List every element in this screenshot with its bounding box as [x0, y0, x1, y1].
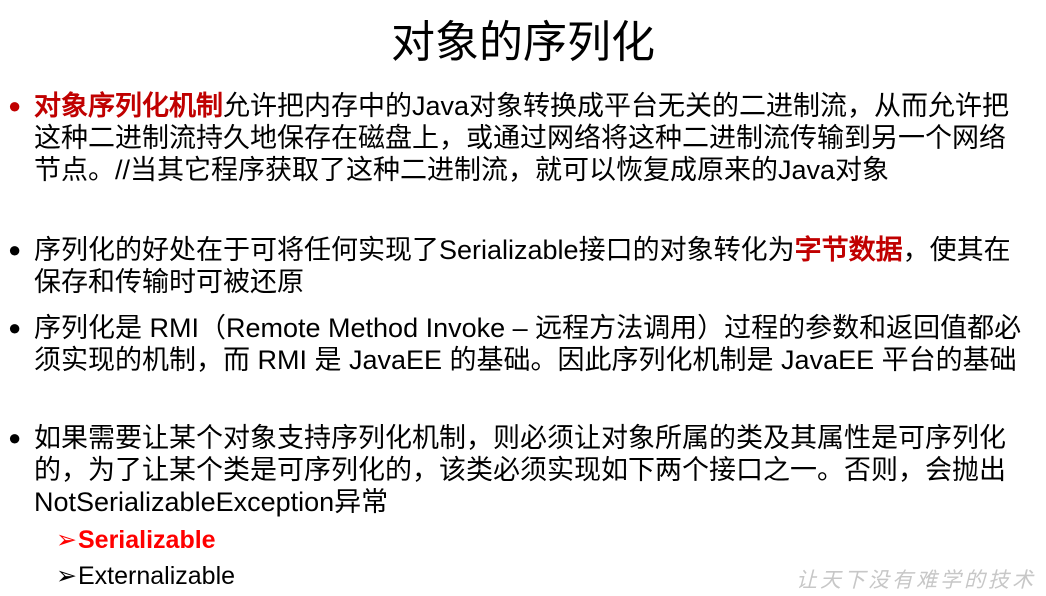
- bullet-2-highlight: 字节数据: [794, 235, 903, 265]
- arrow-icon: ➢: [56, 526, 77, 554]
- watermark-logo: 让天下没有难学的技术: [796, 568, 1036, 592]
- bullet-3-text: 序列化是 RMI（Remote Method Invoke – 远程方法调用）过…: [34, 313, 1022, 375]
- bullet-4: ● 如果需要让某个对象支持序列化机制，则必须让对象所属的类及其属性是可序列化的，…: [8, 422, 1028, 518]
- bullet-4-text: 如果需要让某个对象支持序列化机制，则必须让对象所属的类及其属性是可序列化的，为了…: [34, 423, 1006, 517]
- sub-item-label: Externalizable: [78, 562, 236, 590]
- bullet-dot-icon: ●: [8, 93, 22, 118]
- bullet-1-highlight: 对象序列化机制: [34, 91, 223, 121]
- sub-item-label: Serializable: [78, 526, 216, 554]
- arrow-icon: ➢: [56, 562, 77, 590]
- bullet-dot-icon: ●: [8, 425, 22, 450]
- sub-item-serializable: ➢Serializable: [56, 524, 216, 556]
- bullet-2: ● 序列化的好处在于可将任何实现了Serializable接口的对象转化为字节数…: [8, 234, 1028, 298]
- slide-title: 对象的序列化: [391, 17, 655, 68]
- bullet-2-before: 序列化的好处在于可将任何实现了Serializable接口的对象转化为: [34, 235, 795, 265]
- bullet-dot-icon: ●: [8, 237, 22, 262]
- bullet-2-text: 序列化的好处在于可将任何实现了Serializable接口的对象转化为字节数据，…: [34, 234, 1028, 298]
- bullet-dot-icon: ●: [8, 315, 22, 340]
- bullet-1: ● 对象序列化机制允许把内存中的Java对象转换成平台无关的二进制流，从而允许把…: [8, 90, 1028, 186]
- bullet-3: ● 序列化是 RMI（Remote Method Invoke – 远程方法调用…: [8, 312, 1028, 376]
- bullet-1-text: 对象序列化机制允许把内存中的Java对象转换成平台无关的二进制流，从而允许把这种…: [34, 90, 1028, 186]
- sub-item-externalizable: ➢Externalizable: [56, 560, 235, 592]
